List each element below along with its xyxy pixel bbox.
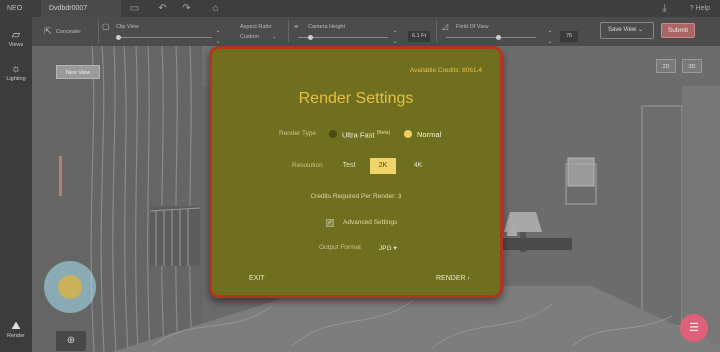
camera-height-label: Camera Height xyxy=(308,24,345,30)
fov-stepper[interactable]: ⌃ ⌄ xyxy=(546,30,554,46)
fov-icon: ◿ xyxy=(442,22,449,31)
chevron-right-icon: › xyxy=(467,275,470,282)
dialog-title: Render Settings xyxy=(298,90,414,107)
fov-value[interactable]: 76 xyxy=(560,31,578,42)
resolution-2k-button[interactable]: 2K xyxy=(370,158,396,174)
camera-height-stepper[interactable]: ⌃ ⌄ xyxy=(391,30,399,46)
credits-required: Credits Required Per Render: 3 xyxy=(310,193,402,200)
advanced-settings-checkbox[interactable]: ✓ xyxy=(326,219,334,227)
render-type-label: Render Type xyxy=(279,130,317,137)
camera-icon: ⌖ xyxy=(294,22,299,31)
joystick-knob[interactable] xyxy=(58,275,82,299)
option-label: Ultra Fast xyxy=(342,130,375,140)
cursor-icon: ⇱ xyxy=(44,26,52,36)
clip-view-icon: ▢ xyxy=(102,22,110,31)
download-icon[interactable]: ⤓ xyxy=(658,2,671,15)
save-icon[interactable]: ▭ xyxy=(128,2,141,15)
output-format-select[interactable]: JPG ▾ xyxy=(379,244,397,252)
fov-slider[interactable] xyxy=(446,37,536,38)
clip-view-stepper[interactable]: ⌃ ⌄ xyxy=(214,30,222,46)
render-icon: ⛰ xyxy=(11,320,21,332)
render-button[interactable]: RENDER › xyxy=(436,275,470,282)
movement-joystick[interactable] xyxy=(44,261,96,313)
output-format-value: JPG xyxy=(379,245,392,252)
resolution-label: Resolution xyxy=(292,162,323,169)
undo-icon[interactable]: ↶ xyxy=(156,2,169,15)
radio-ultra-fast[interactable] xyxy=(329,130,337,138)
furniture-icon[interactable]: ⌂ xyxy=(209,2,222,15)
camera-height-knob[interactable] xyxy=(308,35,313,40)
camera-height-control: ⌖ Camera Height ⌃ ⌄ 6.1 Ft xyxy=(294,17,434,46)
save-view-label: Save View xyxy=(608,27,637,33)
submit-button[interactable]: Submit xyxy=(661,23,695,38)
help-icon: ? xyxy=(689,5,694,12)
clip-view-slider[interactable] xyxy=(116,37,212,38)
sidebar-item-views[interactable]: ▱ Views xyxy=(0,29,32,48)
fov-label: Field Of View xyxy=(456,24,489,30)
clip-view-knob[interactable] xyxy=(116,35,121,40)
render-settings-dialog: Available Credits: 8061.4 Render Setting… xyxy=(209,46,503,298)
save-view-dropdown[interactable]: Save View ⌄ xyxy=(600,22,654,39)
lighting-icon: ☼ xyxy=(10,63,22,75)
sidebar-item-lighting[interactable]: ☼ Lighting xyxy=(0,63,32,82)
aspect-ratio-value: Custom xyxy=(240,34,259,40)
chevron-down-icon: ⌄ xyxy=(272,34,277,40)
views-icon: ▱ xyxy=(11,29,21,41)
view-3d-button[interactable]: 3D xyxy=(682,59,702,73)
output-format-label: Output Format xyxy=(319,244,361,251)
chevron-down-icon: ⌄ xyxy=(637,27,643,33)
help-label: Help xyxy=(695,5,710,12)
clip-view-label: Clip View xyxy=(116,24,139,30)
resolution-4k-button[interactable]: 4K xyxy=(404,158,432,174)
toolbar-divider xyxy=(98,20,99,43)
exit-button[interactable]: EXIT xyxy=(249,275,265,282)
project-name[interactable]: Dvdbdr0007 xyxy=(41,0,121,17)
toolbar-divider xyxy=(436,20,437,43)
view-2d-button[interactable]: 2D xyxy=(656,59,676,73)
toolbar-divider xyxy=(288,20,289,43)
left-sidebar: ▱ Views ☼ Lighting ⛰ Render xyxy=(0,17,32,352)
crosshair-icon[interactable]: ⊕ xyxy=(56,331,86,351)
advanced-settings-label[interactable]: Advanced Settings xyxy=(343,219,397,226)
available-credits: Available Credits: 8061.4 xyxy=(409,67,482,74)
sidebar-item-render[interactable]: ⛰ Render xyxy=(0,320,32,339)
render-button-label: RENDER xyxy=(436,275,466,282)
clip-view-control: ▢ Clip View ⌃ ⌄ xyxy=(102,17,222,46)
render-type-ultra-fast[interactable]: Ultra Fast (Beta) xyxy=(342,130,390,140)
sidebar-item-label: Render xyxy=(6,333,26,339)
resolution-test-button[interactable]: Test xyxy=(335,158,363,174)
camera-toolbar: ⇱ Concealer ▢ Clip View ⌃ ⌄ Aspect Ratio:… xyxy=(32,17,720,46)
new-view-button[interactable]: New View xyxy=(56,65,100,79)
fov-knob[interactable] xyxy=(496,35,501,40)
beta-tag: (Beta) xyxy=(376,130,391,136)
mode-label: Concealer xyxy=(56,29,82,35)
sidebar-item-label: Lighting xyxy=(6,76,26,82)
aspect-ratio-control[interactable]: Aspect Ratio: Custom ⌄ xyxy=(238,17,288,46)
chat-icon[interactable]: ☰ xyxy=(680,314,708,342)
app-logo: NEO xyxy=(7,5,23,12)
redo-icon[interactable]: ↷ xyxy=(180,2,193,15)
caret-down-icon: ▾ xyxy=(393,245,397,252)
camera-height-value[interactable]: 6.1 Ft xyxy=(408,31,430,42)
sidebar-item-label: Views xyxy=(8,42,24,48)
fov-control: ◿ Field Of View ⌃ ⌄ 76 xyxy=(442,17,592,46)
aspect-ratio-label: Aspect Ratio: xyxy=(240,24,273,30)
render-type-normal[interactable]: Normal xyxy=(417,130,441,139)
help-link[interactable]: ? Help xyxy=(690,0,710,17)
radio-normal[interactable] xyxy=(404,130,412,138)
